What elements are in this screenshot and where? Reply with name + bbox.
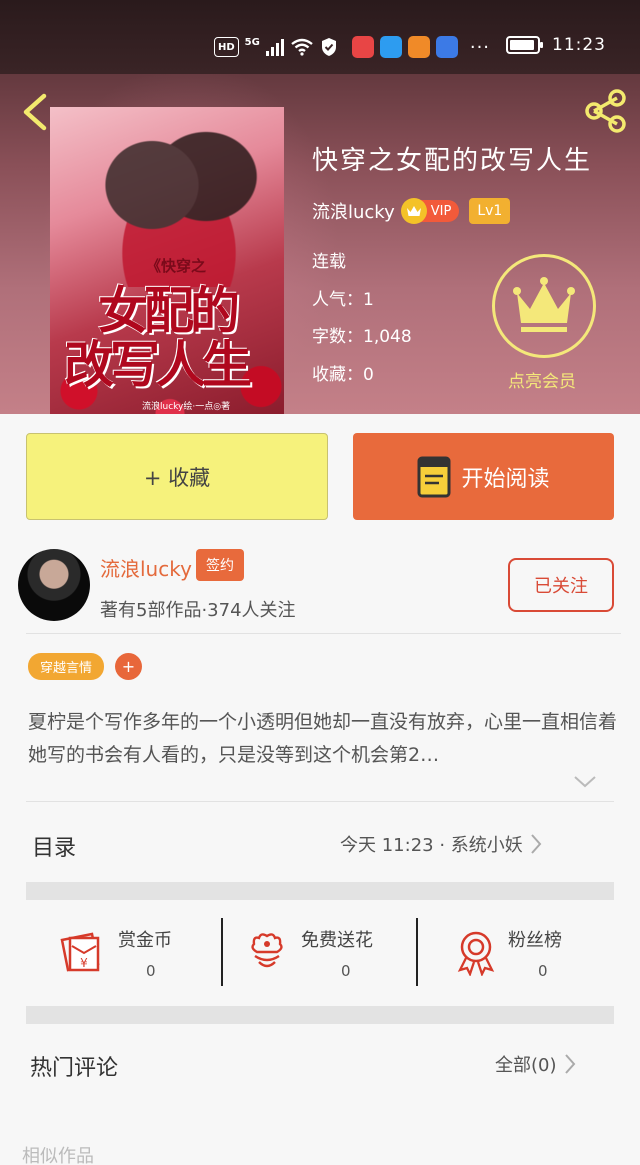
browser-app-icon xyxy=(435,36,458,58)
book-title: 快穿之女配的改写人生 xyxy=(312,146,593,176)
divider xyxy=(26,801,614,802)
vip-badge: VIP xyxy=(400,198,460,224)
section-separator xyxy=(26,882,614,900)
serial-status: 连载 xyxy=(312,252,346,272)
add-to-favorites-button[interactable]: + 收藏 xyxy=(26,433,328,520)
start-reading-label: 开始阅读 xyxy=(461,466,550,492)
author-stats: 著有5部作品·374人关注 xyxy=(100,600,296,621)
hot-comments-title: 热门评论 xyxy=(30,1056,119,1081)
more-notifications-icon: ··· xyxy=(469,36,491,58)
cover-credit: 流浪lucky绘·一点◎著 xyxy=(142,402,231,412)
shield-icon xyxy=(321,38,336,56)
reward-coins-value: 0 xyxy=(146,962,156,980)
popularity: 人气：1 xyxy=(312,290,374,310)
status-bar: HD 5G ··· 11:23 xyxy=(0,0,640,74)
book-header: HD 5G ··· 11:23 《快穿之 女配的 改写人生 流浪lucky绘·一… xyxy=(0,0,640,414)
back-arrow-icon[interactable] xyxy=(18,92,50,132)
vip-membership-button[interactable] xyxy=(492,254,596,358)
book-cover[interactable]: 《快穿之 女配的 改写人生 流浪lucky绘·一点◎著 xyxy=(50,107,284,414)
cover-title-line2: 改写人生 xyxy=(64,335,252,394)
author-name[interactable]: 流浪lucky xyxy=(312,198,395,224)
author-card-name[interactable]: 流浪lucky xyxy=(100,553,192,582)
level-badge: Lv1 xyxy=(469,198,511,224)
svg-text:¥: ¥ xyxy=(80,956,88,970)
divider xyxy=(26,633,621,634)
fans-ranking-value: 0 xyxy=(538,962,548,980)
section-separator xyxy=(26,1006,614,1024)
vip-crown-icon xyxy=(400,198,427,224)
fans-ranking-label: 粉丝榜 xyxy=(508,930,562,951)
signed-badge: 签约 xyxy=(196,549,244,581)
divider xyxy=(416,918,418,986)
chevron-right-icon xyxy=(564,1054,575,1074)
divider xyxy=(221,918,223,986)
start-reading-button[interactable]: 开始阅读 xyxy=(353,433,614,520)
similar-works-title: 相似作品 xyxy=(22,1146,94,1165)
send-flowers-item[interactable]: 免费送花 0 xyxy=(247,916,437,986)
catalog-update[interactable]: 今天 11:23 · 系统小妖 xyxy=(340,831,543,857)
favorites-count: 收藏：0 xyxy=(312,365,374,385)
network-type-label: 5G xyxy=(244,37,260,48)
add-tag-button[interactable]: + xyxy=(115,653,142,680)
book-icon xyxy=(417,456,451,497)
follow-button[interactable]: 已关注 xyxy=(508,558,614,612)
vip-entry-label[interactable]: 点亮会员 xyxy=(508,367,576,392)
hd-indicator: HD xyxy=(214,37,239,57)
status-right: 11:23 xyxy=(506,35,606,55)
chevron-right-icon xyxy=(531,834,542,854)
fans-ranking-item[interactable]: 粉丝榜 0 xyxy=(454,916,640,986)
author-avatar[interactable] xyxy=(18,549,90,621)
flower-icon xyxy=(251,933,283,968)
medal-icon xyxy=(457,931,495,976)
signal-icon xyxy=(265,38,284,56)
catalog-title[interactable]: 目录 xyxy=(32,830,76,862)
vip-label: VIP xyxy=(430,203,452,219)
author-row: 流浪lucky VIP Lv1 xyxy=(312,198,511,224)
word-count: 字数：1,048 xyxy=(312,327,412,347)
chevron-down-icon[interactable] xyxy=(572,774,598,790)
battery-icon xyxy=(506,36,543,54)
share-icon[interactable] xyxy=(582,88,628,134)
reward-coins-item[interactable]: ¥ 赏金币 0 xyxy=(58,916,248,986)
red-envelope-icon: ¥ xyxy=(60,932,100,972)
search-app-icon xyxy=(379,36,402,58)
all-comments-link[interactable]: 全部(0) xyxy=(495,1051,577,1077)
reward-coins-label: 赏金币 xyxy=(118,930,172,951)
catalog-update-info: 今天 11:23 · 系统小妖 xyxy=(340,835,523,856)
send-flowers-value: 0 xyxy=(341,962,351,980)
status-icons: HD 5G ··· xyxy=(214,36,490,58)
crown-icon xyxy=(513,277,575,332)
video-app-icon xyxy=(407,36,430,58)
genre-tag[interactable]: 穿越言情 xyxy=(28,653,105,680)
app-notification-icon xyxy=(351,36,374,58)
all-comments-label: 全部(0) xyxy=(495,1055,557,1076)
synopsis: 夏柠是个写作多年的一个小透明但她却一直没有放弃，心里一直相信着她写的书会有人看的… xyxy=(28,711,618,766)
wifi-icon xyxy=(291,38,313,56)
clock: 11:23 xyxy=(552,35,606,55)
send-flowers-label: 免费送花 xyxy=(301,930,373,951)
